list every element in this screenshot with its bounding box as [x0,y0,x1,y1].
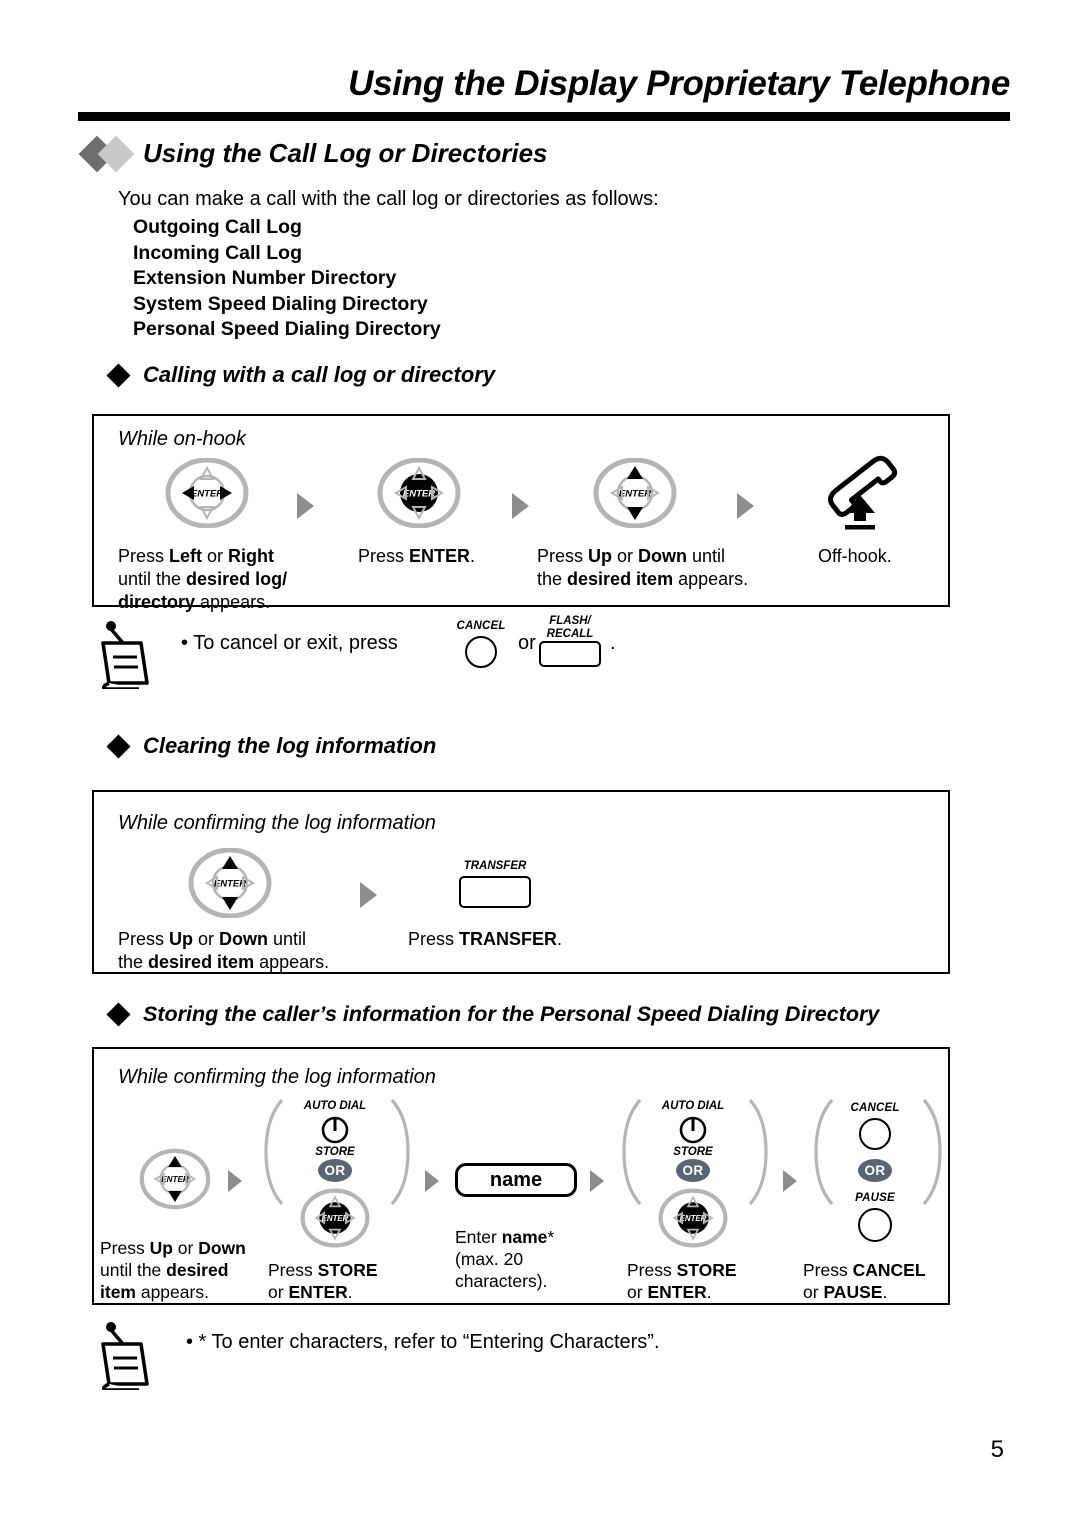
diagram3-step4-text: Press STORE or ENTER. [627,1260,737,1302]
diamond-light-icon [97,135,135,172]
list-item: Outgoing Call Log [133,216,302,238]
cancel-button-circle [859,1118,891,1150]
diagram1-step4-text: Off-hook. [818,546,892,566]
flash-recall-button-icon[interactable]: FLASH/RECALL [533,615,607,667]
transfer-button-icon[interactable]: TRANSFER [450,860,540,912]
subsection-heading-label: Calling with a call log or directory [143,362,496,387]
diagram1-caption: While on-hook [118,428,246,450]
diagram1-step3-text: Press Up or Down until the desired item a… [537,546,749,589]
note2-text: • * To enter characters, refer to “Enter… [186,1331,660,1353]
navigator-key-enter-icon[interactable]: ENTER [654,1188,732,1248]
name-display: name [455,1163,577,1197]
list-item: Incoming Call Log [133,241,302,264]
diagram3-step3-text: Enter name* (max. 20 characters). [455,1227,555,1291]
flow-arrow-icon [783,1170,797,1192]
note-block-2 [95,1318,157,1395]
list-item: Extension Number Directory [133,267,397,289]
diagram2-step2-text: Press TRANSFER. [408,929,563,949]
document-page: Using the Display Proprietary Telephone … [0,0,1080,1527]
flow-arrow-icon [228,1170,242,1192]
navigator-key-up-down-icon[interactable]: ENTER [135,1148,215,1210]
cancel-button-label: CANCEL [850,1102,900,1114]
flow-arrow-icon [360,882,377,908]
subsection-heading-calling: Calling with a call log or directory [106,362,496,388]
svg-text:ENTER: ENTER [680,1214,707,1223]
diagram1-step2-text: Press ENTER. [358,546,476,566]
store-label: STORE [673,1146,713,1158]
diagram3-step2-text: Press STORE or ENTER. [268,1260,378,1302]
flash-recall-button-label: FLASH/RECALL [546,615,594,640]
list-item: System Speed Dialing Directory [133,292,428,315]
navigator-key-left-right-icon[interactable]: ENTER [160,458,254,528]
subsection-heading-storing: Storing the caller’s information for the… [106,1002,880,1027]
diamond-icon [106,1002,131,1027]
subsection-heading-label: Storing the caller’s information for the… [143,1002,880,1026]
auto-dial-label: AUTO DIAL [661,1100,725,1112]
cancel-button-icon[interactable]: CANCEL [448,620,514,668]
note-pencil-icon [101,621,149,691]
navigator-key-enter-icon[interactable]: ENTER [296,1188,374,1248]
flow-arrow-icon [737,493,754,519]
diagram2-caption: While confirming the log information [118,812,436,834]
option-group-bracket-left [620,1098,642,1211]
option-group-bracket-left [812,1098,834,1211]
auto-dial-label: AUTO DIAL [303,1100,367,1112]
flash-recall-button-rect [539,641,601,667]
power-symbol-icon [678,1114,708,1149]
option-group-bracket-right [390,1098,412,1211]
section-heading-label: Using the Call Log or Directories [143,138,548,168]
svg-text:ENTER: ENTER [322,1214,349,1223]
subsection-heading-clearing: Clearing the log information [106,733,437,759]
flow-arrow-icon [297,493,314,519]
note1-text-prefix: • To cancel or exit, press [181,632,398,654]
title-rule [78,112,1010,121]
navigator-key-up-down-icon[interactable]: ENTER [183,848,277,918]
diagram3-step5-text: Press CANCEL or PAUSE. [803,1260,926,1302]
diamond-icon [106,733,131,759]
section-intro: You can make a call with the call log or… [118,188,659,210]
cancel-button-label: CANCEL [456,620,506,632]
note1-text-suffix: . [610,632,616,654]
cancel-button-icon[interactable]: CANCEL [838,1102,912,1152]
pause-button-circle [858,1208,892,1242]
option-group-bracket-right [748,1098,770,1211]
or-badge: OR [858,1159,892,1182]
diagram3-caption: While confirming the log information [118,1066,436,1088]
log-type-list: Outgoing Call Log Incoming Call Log Exte… [133,215,441,343]
cancel-button-circle [465,636,497,668]
svg-text:ENTER: ENTER [161,1175,189,1184]
note-block-1 [95,617,157,694]
pause-button-label: PAUSE [855,1192,895,1204]
page-number: 5 [990,1436,1004,1463]
svg-text:ENTER: ENTER [214,879,246,890]
list-item: Personal Speed Dialing Directory [133,318,441,340]
svg-text:ENTER: ENTER [191,489,223,500]
navigator-key-up-down-icon[interactable]: ENTER [588,458,682,528]
option-group-bracket-left [262,1098,284,1211]
or-badge: OR [318,1159,352,1182]
or-badge: OR [676,1159,710,1182]
diagram3-step1-text: Press Up or Down until the desired item ap… [100,1238,246,1302]
page-title: Using the Display Proprietary Telephone [348,64,1010,103]
diagram1-step1-text: Press Left or Right until the desired log… [118,546,288,612]
section-heading: Using the Call Log or Directories [78,135,548,172]
store-label: STORE [315,1146,355,1158]
pause-button-icon[interactable]: PAUSE [838,1192,912,1244]
flow-arrow-icon [425,1170,439,1192]
diagram2-step1-text: Press Up or Down until the desired item a… [118,929,330,972]
diamond-icon [106,362,131,388]
svg-text:ENTER: ENTER [619,489,651,500]
handset-offhook-icon [812,455,922,540]
note-pencil-icon [101,1322,149,1392]
navigator-key-enter-icon[interactable]: ENTER [372,458,466,528]
power-symbol-icon [320,1114,350,1149]
flow-arrow-icon [590,1170,604,1192]
transfer-button-rect [459,876,531,908]
transfer-button-label: TRANSFER [463,860,527,872]
svg-text:ENTER: ENTER [403,489,435,500]
flow-arrow-icon [512,493,529,519]
option-group-bracket-right [922,1098,944,1211]
subsection-heading-label: Clearing the log information [143,733,437,758]
